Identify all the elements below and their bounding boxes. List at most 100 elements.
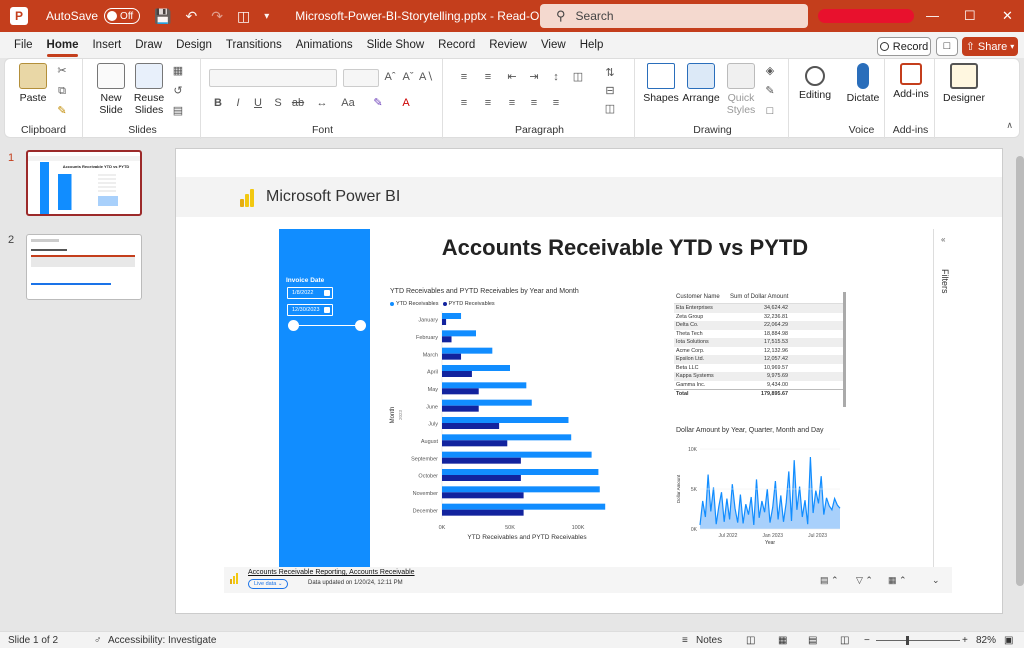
bar-pytd[interactable]: [442, 405, 479, 412]
align-text-icon[interactable]: ⊟: [603, 85, 617, 97]
tab-design[interactable]: Design: [176, 32, 212, 58]
zoom-in-icon[interactable]: +: [962, 635, 968, 646]
tab-slide-show[interactable]: Slide Show: [367, 32, 425, 58]
bar-ytd[interactable]: [442, 434, 572, 441]
arrange-button[interactable]: Arrange: [681, 63, 721, 104]
layout-icon[interactable]: ▦: [171, 65, 185, 77]
table-scrollbar[interactable]: [843, 292, 846, 407]
bar-pytd[interactable]: [442, 457, 521, 464]
tab-transitions[interactable]: Transitions: [226, 32, 282, 58]
end-date-input[interactable]: 12/30/2023: [287, 304, 333, 316]
pages-icon[interactable]: ▦ ⌃: [888, 575, 907, 586]
bar-pytd[interactable]: [442, 388, 479, 395]
table-total-row[interactable]: Total 179,895.67: [674, 389, 844, 398]
bar-ytd[interactable]: [442, 486, 600, 493]
collapse-ribbon-icon[interactable]: ∧: [1006, 120, 1013, 131]
table-row[interactable]: Eta Enterprises 34,624.42: [674, 304, 844, 313]
smartart-icon[interactable]: ◫: [603, 103, 617, 115]
character-spacing-icon[interactable]: ↔: [315, 97, 329, 109]
table-row[interactable]: Epsilon Ltd. 12,057.42: [674, 355, 844, 364]
bar-pytd[interactable]: [442, 423, 500, 429]
date-slider-end-handle[interactable]: [355, 320, 366, 331]
cut-icon[interactable]: ✂: [55, 65, 69, 77]
close-icon[interactable]: ✕: [1002, 8, 1013, 24]
normal-view-icon[interactable]: ◫: [746, 635, 755, 646]
bold-icon[interactable]: B: [211, 97, 225, 109]
table-row[interactable]: Theta Tech 18,884.98: [674, 330, 844, 339]
section-icon[interactable]: ▤: [171, 105, 185, 117]
designer-button[interactable]: Designer: [939, 63, 989, 104]
slide-sorter-icon[interactable]: ▦: [778, 635, 787, 646]
align-center-icon[interactable]: ≡: [481, 97, 495, 109]
bar-ytd[interactable]: [442, 365, 510, 371]
increase-indent-icon[interactable]: ⇥: [527, 71, 541, 83]
table-row[interactable]: Zeta Group 32,236.81: [674, 313, 844, 322]
bar-pytd[interactable]: [442, 440, 508, 447]
bar-ytd[interactable]: [442, 469, 599, 475]
table-row[interactable]: Beta LLC 10,969.57: [674, 364, 844, 373]
bar-ytd[interactable]: [442, 399, 532, 406]
slide-canvas[interactable]: Microsoft Power BI Invoice Date 1/8/2022…: [175, 148, 1003, 614]
filter-icon[interactable]: ▽ ⌃: [856, 575, 873, 586]
account-avatar[interactable]: [818, 9, 914, 23]
zoom-out-icon[interactable]: −: [864, 635, 870, 646]
highlight-icon[interactable]: ✎: [371, 97, 385, 109]
line-spacing-icon[interactable]: ↕: [549, 71, 563, 83]
table-row[interactable]: Delta Co. 22,064.29: [674, 321, 844, 330]
shape-fill-icon[interactable]: ◈: [763, 65, 777, 77]
filters-pane[interactable]: « Filters: [933, 229, 957, 569]
minimize-icon[interactable]: —: [926, 8, 939, 23]
tab-insert[interactable]: Insert: [92, 32, 121, 58]
italic-icon[interactable]: I: [231, 97, 245, 109]
bar-ytd[interactable]: [442, 451, 592, 458]
bar-ytd[interactable]: [442, 382, 527, 389]
new-slide-button[interactable]: New Slide: [93, 63, 129, 116]
bar-ytd[interactable]: [442, 347, 493, 354]
quick-styles-button[interactable]: Quick Styles: [723, 63, 759, 116]
distributed-icon[interactable]: ≡: [549, 97, 563, 109]
reset-icon[interactable]: ↺: [171, 85, 185, 97]
tab-view[interactable]: View: [541, 32, 566, 58]
bar-ytd[interactable]: [442, 503, 606, 510]
column-header-customer[interactable]: Customer Name: [674, 294, 726, 300]
fit-to-window-icon[interactable]: ▣: [1004, 635, 1013, 646]
date-slider-start-handle[interactable]: [288, 320, 299, 331]
tab-help[interactable]: Help: [580, 32, 604, 58]
table-row[interactable]: Iota Solutions 17,515.53: [674, 338, 844, 347]
align-right-icon[interactable]: ≡: [505, 97, 519, 109]
bar-ytd[interactable]: [442, 417, 569, 423]
addins-button[interactable]: Add-ins: [889, 63, 933, 100]
save-icon[interactable]: 💾: [154, 8, 171, 25]
shapes-button[interactable]: Shapes: [643, 63, 679, 104]
report-link[interactable]: Accounts Receivable Reporting, Accounts …: [248, 569, 415, 576]
bar-ytd[interactable]: [442, 313, 462, 319]
vertical-scrollbar[interactable]: [1016, 148, 1024, 618]
columns-icon[interactable]: ◫: [571, 71, 585, 83]
dictate-button[interactable]: Dictate: [841, 63, 885, 104]
font-color-icon[interactable]: A: [399, 97, 413, 109]
shape-effects-icon[interactable]: □: [763, 105, 777, 117]
zoom-level[interactable]: 82%: [976, 635, 996, 646]
redo-icon[interactable]: ↷: [211, 8, 223, 25]
accessibility-icon[interactable]: ♂: [94, 635, 102, 646]
font-name-input[interactable]: [209, 69, 337, 87]
bar-pytd[interactable]: [442, 353, 462, 360]
table-row[interactable]: Gamma Inc. 9,434.00: [674, 381, 844, 390]
table-row[interactable]: Acme Corp. 12,132.96: [674, 347, 844, 356]
tab-home[interactable]: Home: [46, 32, 78, 58]
maximize-icon[interactable]: ☐: [964, 8, 976, 24]
copy-icon[interactable]: ⧉: [55, 85, 69, 97]
undo-icon[interactable]: ↶: [185, 8, 197, 25]
bar-pytd[interactable]: [442, 509, 524, 516]
tab-file[interactable]: File: [14, 32, 33, 58]
customize-qat-icon[interactable]: ▾: [264, 11, 269, 22]
zoom-slider-handle[interactable]: [906, 636, 909, 645]
justify-icon[interactable]: ≡: [527, 97, 541, 109]
start-date-input[interactable]: 1/8/2022: [287, 287, 333, 299]
grow-font-icon[interactable]: Aˆ: [383, 71, 397, 83]
strikethrough-icon[interactable]: ab: [291, 97, 305, 109]
notes-button[interactable]: Notes: [696, 635, 722, 646]
zoom-slider[interactable]: [876, 640, 960, 641]
shape-outline-icon[interactable]: ✎: [763, 85, 777, 97]
table-row[interactable]: Kappa Systems 9,975.69: [674, 372, 844, 381]
